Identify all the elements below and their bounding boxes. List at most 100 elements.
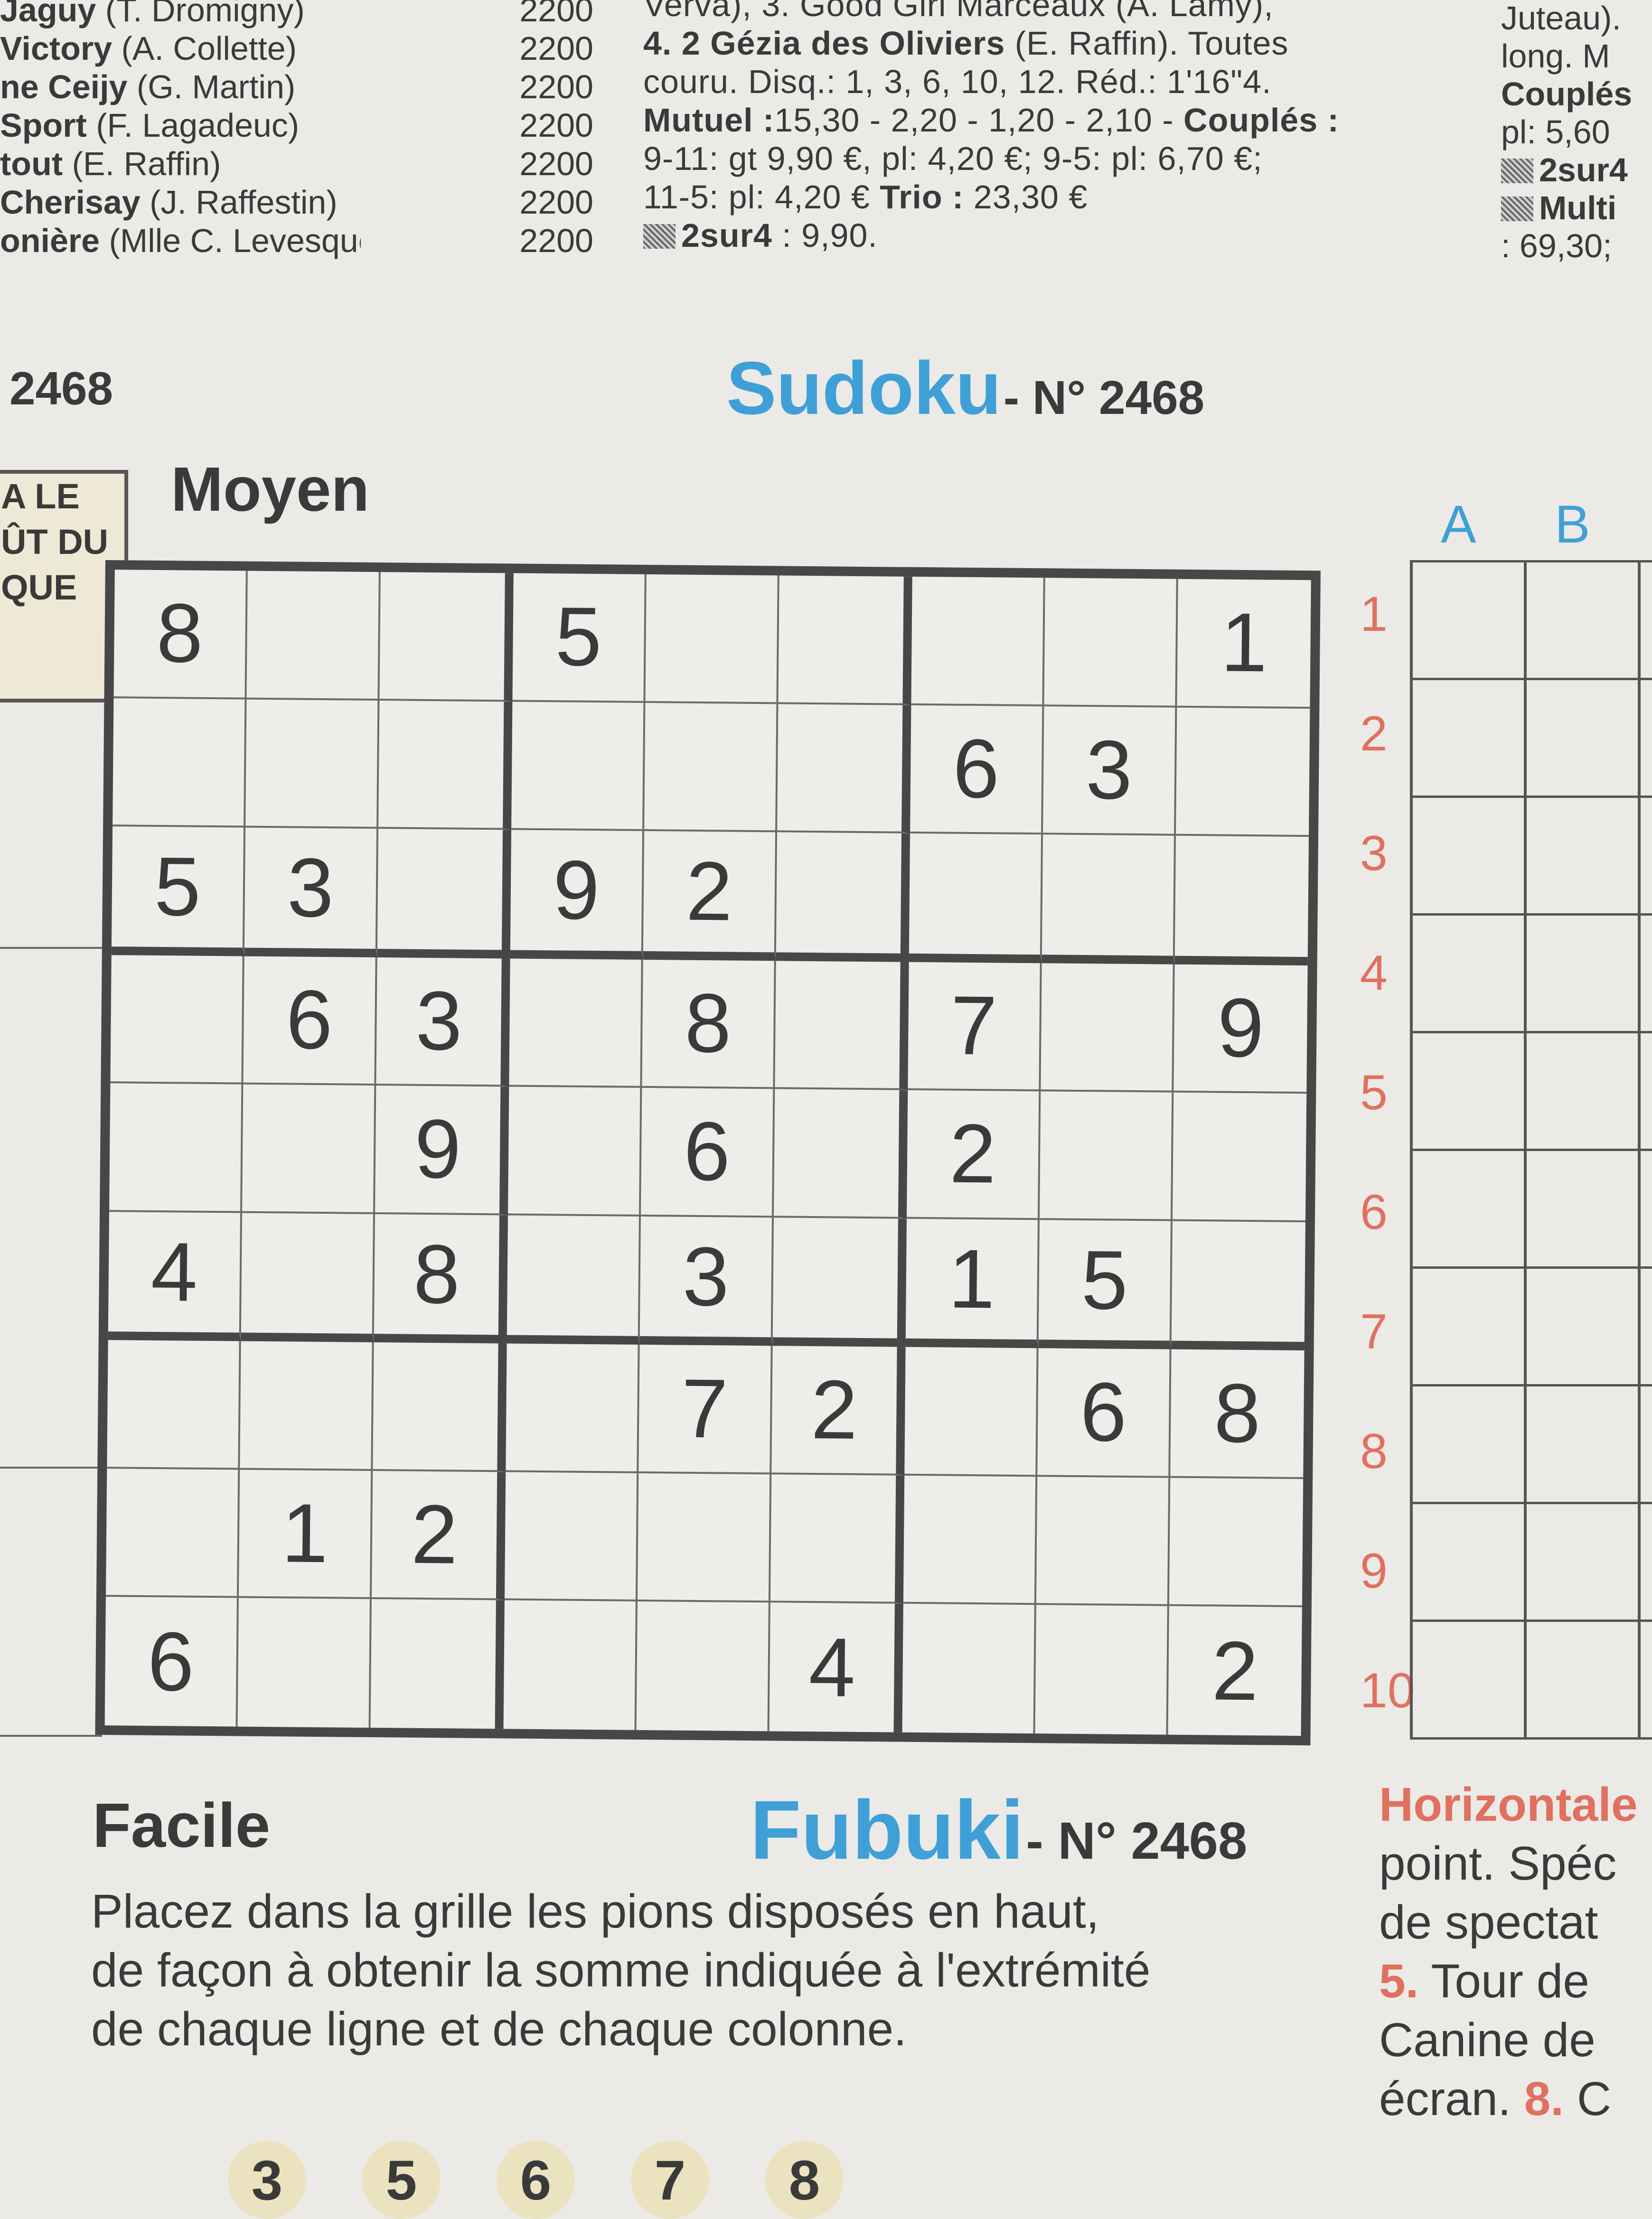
fubuki-pion[interactable]: 6 xyxy=(497,2141,575,2219)
sudoku-cell[interactable] xyxy=(241,1213,375,1343)
sudoku-cell[interactable]: 2 xyxy=(906,1090,1041,1220)
sudoku-cell[interactable] xyxy=(772,1217,907,1348)
sudoku-digit xyxy=(1176,707,1310,835)
sudoku-cell[interactable] xyxy=(1036,1477,1171,1607)
sudoku-cell[interactable] xyxy=(777,703,911,833)
sudoku-cell[interactable] xyxy=(776,832,910,962)
fubuki-pion[interactable]: 7 xyxy=(631,2141,709,2219)
crossword-line xyxy=(1410,1266,1652,1269)
sudoku-cell[interactable] xyxy=(904,1347,1039,1477)
sudoku-cell[interactable] xyxy=(1171,1221,1305,1351)
sudoku-cell[interactable] xyxy=(107,1340,241,1470)
sudoku-digit: 8 xyxy=(156,587,204,681)
sudoku-cell[interactable]: 8 xyxy=(642,959,776,1089)
sudoku-cell[interactable] xyxy=(373,1342,507,1472)
sudoku-cell[interactable]: 5 xyxy=(1038,1219,1173,1349)
sudoku-cell[interactable]: 1 xyxy=(238,1470,373,1600)
sudoku-cell[interactable] xyxy=(770,1474,905,1604)
sudoku-cell[interactable] xyxy=(645,574,779,704)
sudoku-cell[interactable]: 8 xyxy=(113,570,248,700)
sudoku-cell[interactable] xyxy=(240,1341,374,1471)
sudoku-cell[interactable] xyxy=(507,1086,642,1217)
sudoku-cell[interactable] xyxy=(903,1475,1038,1605)
sudoku-cell[interactable] xyxy=(507,1215,641,1345)
sudoku-cell[interactable]: 8 xyxy=(1170,1349,1305,1479)
sudoku-cell[interactable] xyxy=(237,1598,372,1728)
sudoku-cell[interactable] xyxy=(1169,1478,1304,1608)
sudoku-cell[interactable]: 9 xyxy=(510,830,645,960)
sudoku-cell[interactable]: 7 xyxy=(908,962,1042,1092)
sudoku-cell[interactable]: 6 xyxy=(1037,1348,1172,1478)
sudoku-cell[interactable] xyxy=(1041,963,1175,1093)
sudoku-cell[interactable] xyxy=(242,1084,376,1214)
sudoku-cell[interactable] xyxy=(377,829,512,959)
sudoku-cell[interactable]: 8 xyxy=(374,1214,508,1344)
sudoku-cell[interactable]: 2 xyxy=(1168,1606,1302,1736)
sudoku-cell[interactable] xyxy=(1172,1092,1307,1222)
sudoku-cell[interactable]: 3 xyxy=(1043,706,1177,836)
sudoku-cell[interactable]: 9 xyxy=(375,1086,509,1216)
sudoku-digit xyxy=(909,833,1041,955)
sudoku-cell[interactable] xyxy=(644,702,779,833)
sudoku-cell[interactable] xyxy=(773,1089,908,1219)
sudoku-cell[interactable]: 7 xyxy=(638,1345,773,1475)
sudoku-digit: 7 xyxy=(950,979,998,1073)
sudoku-cell[interactable] xyxy=(1039,1091,1174,1221)
sudoku-digit xyxy=(903,1476,1035,1603)
sudoku-cell[interactable]: 6 xyxy=(640,1088,775,1218)
sudoku-cell[interactable]: 2 xyxy=(371,1470,506,1601)
sudoku-number: - N° 2468 xyxy=(1003,371,1205,424)
sudoku-cell[interactable]: 3 xyxy=(376,957,510,1087)
definition-line: 5. Tour de xyxy=(1379,1955,1589,2008)
sudoku-cell[interactable] xyxy=(246,571,381,701)
sudoku-cell[interactable] xyxy=(509,958,643,1088)
sudoku-cell[interactable] xyxy=(1176,707,1310,837)
race-result-row: Victory (A. Collette) xyxy=(0,30,297,67)
sudoku-cell[interactable]: 3 xyxy=(244,827,379,957)
sudoku-cell[interactable]: 5 xyxy=(111,826,246,956)
fubuki-pion[interactable]: 3 xyxy=(228,2141,306,2219)
sudoku-cell[interactable]: 2 xyxy=(643,831,778,961)
sudoku-cell[interactable] xyxy=(506,1343,640,1473)
sudoku-cell[interactable]: 6 xyxy=(243,956,377,1086)
sudoku-cell[interactable]: 1 xyxy=(905,1218,1040,1348)
sudoku-cell[interactable]: 4 xyxy=(769,1602,903,1732)
sudoku-cell[interactable] xyxy=(911,576,1045,706)
sudoku-cell[interactable]: 6 xyxy=(910,705,1044,835)
sudoku-cell[interactable] xyxy=(1044,578,1178,708)
sudoku-cell[interactable] xyxy=(378,700,513,830)
sudoku-cell[interactable] xyxy=(113,698,247,828)
sudoku-cell[interactable]: 1 xyxy=(1177,579,1311,709)
sudoku-cell[interactable] xyxy=(902,1604,1036,1734)
sudoku-digit: 5 xyxy=(1081,1234,1128,1327)
sudoku-cell[interactable] xyxy=(637,1473,772,1603)
sudoku-cell[interactable] xyxy=(504,1472,639,1602)
sudoku-cell[interactable] xyxy=(636,1601,770,1732)
sudoku-cell[interactable] xyxy=(1174,835,1309,965)
sudoku-cell[interactable]: 4 xyxy=(108,1211,243,1341)
fubuki-pion[interactable]: 8 xyxy=(765,2141,844,2219)
sudoku-cell[interactable]: 3 xyxy=(639,1216,774,1346)
sudoku-digit xyxy=(1040,1091,1172,1219)
sudoku-cell[interactable] xyxy=(775,961,909,1091)
sudoku-digit: 3 xyxy=(1085,723,1133,817)
sudoku-cell[interactable] xyxy=(511,702,646,832)
fubuki-pion[interactable]: 5 xyxy=(362,2141,441,2219)
sudoku-cell[interactable] xyxy=(105,1468,240,1598)
sudoku-cell[interactable] xyxy=(109,1083,244,1213)
sudoku-cell[interactable]: 9 xyxy=(1173,964,1308,1094)
sudoku-cell[interactable] xyxy=(370,1599,505,1729)
sudoku-cell[interactable] xyxy=(909,833,1043,963)
sudoku-cell[interactable]: 2 xyxy=(771,1346,906,1476)
sudoku-cell[interactable] xyxy=(110,955,244,1085)
sudoku-digit: 4 xyxy=(808,1620,856,1714)
sudoku-cell[interactable] xyxy=(1042,834,1176,964)
sudoku-cell[interactable]: 6 xyxy=(104,1597,239,1727)
sudoku-cell[interactable] xyxy=(379,572,514,702)
sudoku-cell[interactable]: 5 xyxy=(512,573,647,703)
sudoku-cell[interactable] xyxy=(778,575,912,705)
sudoku-cell[interactable] xyxy=(245,699,380,829)
sudoku-cell[interactable] xyxy=(1035,1605,1169,1735)
sudoku-cell[interactable] xyxy=(503,1600,638,1730)
sudoku-digit xyxy=(777,704,902,832)
